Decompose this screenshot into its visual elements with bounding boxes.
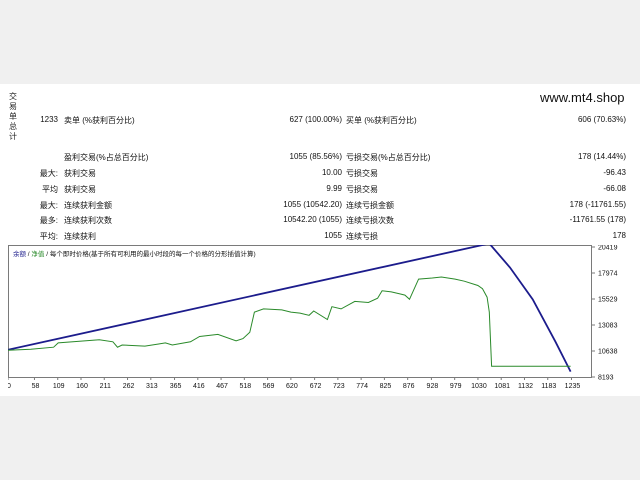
y-tick-label: 20419 [598, 245, 618, 252]
stat-label: 亏损交易 [346, 185, 378, 194]
y-tick-label: 15529 [598, 296, 618, 303]
stat-value: -11761.55 (178) [569, 215, 626, 224]
y-tick-label: 10638 [598, 349, 618, 356]
plot-frame [8, 245, 592, 378]
x-tick-label: 1132 [518, 383, 533, 390]
x-tick-label: 467 [216, 383, 228, 390]
x-tick-label: 825 [380, 383, 392, 390]
chart-area: 0 58 109 160 211 262 313 365 416 467 518 569 620 672 7… [8, 245, 632, 395]
stat-value: 10.00 [321, 168, 342, 177]
x-tick-label: 774 [356, 383, 368, 390]
chart-legend: 余额 / 净值 / 每个即时价格(基于所有可利用的最小时段的每一个价格的分形插值… [13, 248, 256, 258]
stat-prefix: 平均 [42, 185, 58, 194]
stat-label: 连续亏损 [346, 232, 378, 241]
stat-prefix: 平均: [39, 232, 58, 241]
legend-equity: 净值 [31, 251, 45, 258]
stat-value: 1055 (10542.20) [283, 200, 342, 209]
x-tick-label: 518 [239, 383, 251, 390]
x-tick-label: 416 [193, 383, 205, 390]
stat-prefix: 最大: [39, 169, 58, 178]
stat-value: -96.43 [603, 168, 626, 177]
stat-prefix: 最多: [39, 216, 58, 225]
legend-balance: 余额 [13, 251, 26, 258]
x-tick-label: 313 [146, 383, 158, 390]
x-tick-label: 672 [310, 383, 322, 390]
stat-label: 买单 (%获利百分比) [346, 116, 417, 125]
stat-label: 连续亏损金额 [346, 201, 394, 210]
stat-value: 1055 (85.56%) [289, 152, 342, 161]
stat-value: 178 (14.44%) [577, 152, 626, 161]
stat-value: 10542.20 (1055) [283, 215, 342, 224]
x-tick-label: 365 [170, 383, 182, 390]
x-tick-label: 620 [286, 383, 298, 390]
x-tick-label: 109 [53, 383, 65, 390]
x-tick-label: 211 [100, 383, 111, 390]
legend-note: / 每个即时价格(基于所有可利用的最小时段的每一个价格的分形插值计算) [44, 251, 256, 258]
stat-prefix: 最大: [39, 201, 58, 210]
x-tick-label: 928 [427, 383, 439, 390]
stat-value: 1055 [324, 231, 342, 240]
stat-label: 连续获利金额 [64, 201, 112, 210]
x-tick-label: 876 [403, 383, 415, 390]
x-tick-label: 160 [76, 383, 88, 390]
x-tick-label: 569 [263, 383, 275, 390]
stat-label: 获利交易 [64, 185, 96, 194]
stat-label: 连续获利次数 [64, 216, 112, 225]
stat-value: 178 (-11761.55) [569, 200, 626, 209]
stat-value: -66.08 [603, 184, 626, 193]
y-tick-label: 17974 [598, 270, 618, 277]
stat-label: 获利交易 [64, 169, 96, 178]
x-tick-label: 0 [8, 383, 11, 390]
stat-value: 627 (100.00%) [289, 115, 342, 124]
stat-value: 178 [612, 231, 626, 240]
balance-equity-chart: 0 58 109 160 211 262 313 365 416 467 518 569 620 672 7… [8, 245, 618, 390]
stat-label: 亏损交易 [346, 169, 378, 178]
x-tick-label: 1235 [565, 383, 581, 390]
stat-label: 亏损交易(%占总百分比) [346, 153, 431, 162]
stat-label: 盈利交易(%占总百分比) [64, 153, 149, 162]
stat-label: 卖单 (%获利百分比) [64, 116, 135, 125]
stat-value: 1233 [40, 115, 58, 124]
x-tick-label: 58 [32, 383, 40, 390]
side-label: 交 易 单 总 计 [9, 92, 17, 141]
x-tick-label: 1183 [541, 383, 556, 390]
stat-label: 连续获利 [64, 232, 96, 241]
x-tick-label: 1081 [494, 383, 510, 390]
stat-value: 9.99 [326, 184, 342, 193]
stat-label: 连续亏损次数 [346, 216, 394, 225]
x-tick-label: 262 [123, 383, 135, 390]
y-tick-label: 8193 [598, 375, 614, 382]
y-tick-label: 13083 [598, 323, 618, 330]
stat-value: 606 (70.63%) [577, 115, 626, 124]
watermark: www.mt4.shop [540, 90, 625, 105]
x-tick-label: 723 [333, 383, 345, 390]
x-tick-label: 1030 [471, 383, 487, 390]
x-tick-label: 979 [450, 383, 462, 390]
